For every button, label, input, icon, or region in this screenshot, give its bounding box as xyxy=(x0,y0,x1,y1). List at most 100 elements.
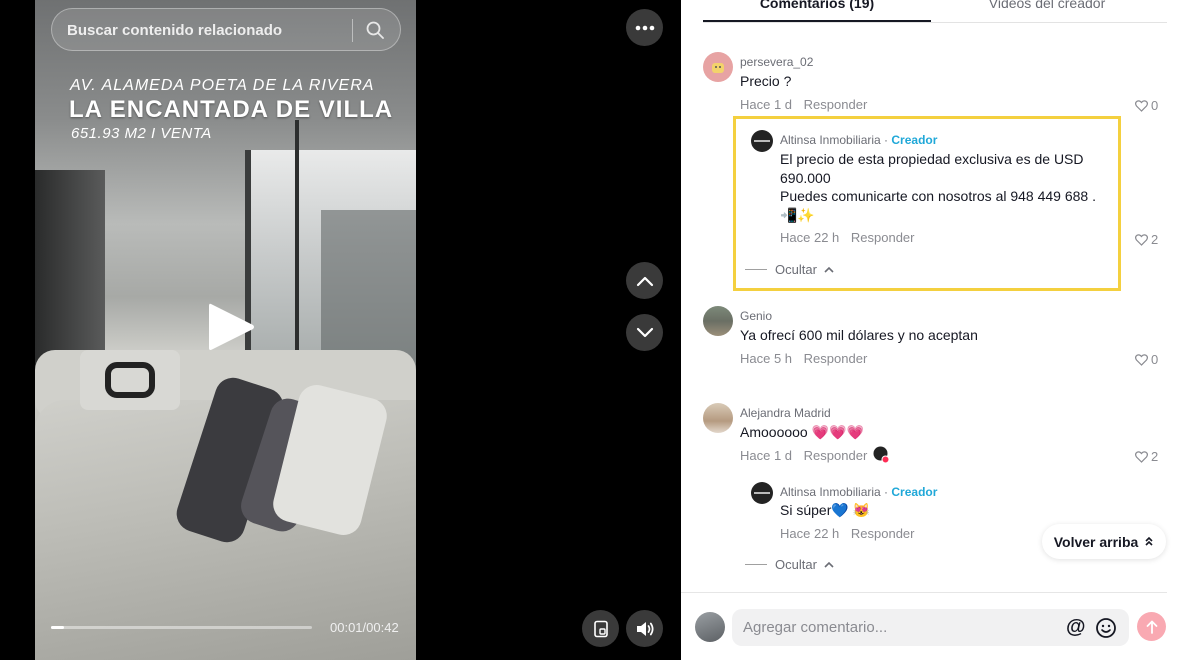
chevron-up-icon xyxy=(636,276,653,286)
comment-meta: Hace 22 h Responder xyxy=(780,526,923,541)
comment-username[interactable]: Alejandra Madrid xyxy=(740,406,831,420)
chevron-up-icon xyxy=(824,561,834,568)
reply-button[interactable]: Responder xyxy=(804,97,868,112)
send-comment-button[interactable] xyxy=(1137,612,1166,641)
comment-meta: Hace 1 d Responder xyxy=(740,448,875,463)
heart-icon xyxy=(1135,450,1148,463)
comment-text-line: 📲✨ xyxy=(780,206,815,223)
creator-logo-icon xyxy=(754,140,770,142)
reply-button[interactable]: Responder xyxy=(804,351,868,366)
avatar[interactable] xyxy=(703,52,733,82)
more-options-button[interactable] xyxy=(626,9,663,46)
comment-text-line: 690.000 xyxy=(780,169,831,186)
hide-replies-button[interactable]: Ocultar xyxy=(745,557,836,572)
search-placeholder: Buscar contenido relacionado xyxy=(67,22,283,39)
comment-text-line: El precio de esta propiedad exclusiva es… xyxy=(780,151,1084,167)
username-separator: · xyxy=(880,485,892,499)
like-button[interactable]: 2 xyxy=(1135,232,1158,247)
username-separator: · xyxy=(880,133,892,147)
avatar[interactable] xyxy=(703,306,733,336)
arrow-up-icon xyxy=(1146,620,1157,634)
comments-tabs: Comentarios (19) Videos del creador xyxy=(703,0,1167,23)
creator-badge: Creador xyxy=(891,485,938,499)
comment-text: Si súper💙 😻 xyxy=(780,502,871,518)
like-count: 0 xyxy=(1151,98,1159,113)
related-search-input[interactable]: Buscar contenido relacionado xyxy=(51,8,401,51)
creator-liked-icon xyxy=(873,446,890,464)
reply-button[interactable]: Responder xyxy=(851,526,915,541)
video-overlay-address: AV. ALAMEDA POETA DE LA RIVERA xyxy=(70,77,375,94)
reply-username: Altinsa Inmobiliaria xyxy=(780,133,881,147)
chevron-down-icon xyxy=(636,327,653,337)
volume-icon xyxy=(636,621,653,636)
comment-text: El precio de esta propiedad exclusiva es… xyxy=(780,150,1115,224)
reply-username: Altinsa Inmobiliaria xyxy=(780,485,881,499)
heart-icon xyxy=(1135,99,1148,112)
chevron-up-icon xyxy=(824,266,834,273)
emoji-icon[interactable] xyxy=(1095,617,1117,639)
like-button[interactable]: 0 xyxy=(1135,98,1158,113)
comment-username[interactable]: persevera_02 xyxy=(740,55,813,69)
tab-comments[interactable]: Comentarios (19) xyxy=(703,0,931,11)
hide-replies-button[interactable]: Ocultar xyxy=(745,262,836,277)
volume-button[interactable] xyxy=(626,610,663,647)
comment-time: Hace 5 h xyxy=(740,351,793,366)
comment-meta: Hace 1 d Responder xyxy=(740,97,875,112)
next-video-button[interactable] xyxy=(626,314,663,351)
comment-username[interactable]: Genio xyxy=(740,309,772,323)
comment-composer: Agregar comentario... @ xyxy=(681,592,1167,660)
comment-time: Hace 1 d xyxy=(740,448,793,463)
hide-replies-label: Ocultar xyxy=(775,262,817,277)
comment-time: Hace 1 d xyxy=(740,97,793,112)
avatar[interactable] xyxy=(703,403,733,433)
avatar[interactable] xyxy=(751,482,773,504)
avatar[interactable] xyxy=(695,612,725,642)
hide-replies-label: Ocultar xyxy=(775,557,817,572)
comment-text: Amoooooo 💗💗💗 xyxy=(740,424,864,440)
video-time: 00:01/00:42 xyxy=(330,620,399,635)
mention-icon[interactable]: @ xyxy=(1066,616,1086,639)
like-count: 0 xyxy=(1151,352,1159,367)
video-overlay-subtitle: 651.93 M2 I VENTA xyxy=(71,125,212,142)
comment-text: Ya ofrecí 600 mil dólares y no aceptan xyxy=(740,327,978,343)
creator-logo-icon xyxy=(754,492,770,494)
like-button[interactable]: 2 xyxy=(1135,449,1158,464)
active-tab-indicator xyxy=(703,20,931,22)
like-button[interactable]: 0 xyxy=(1135,352,1158,367)
more-icon xyxy=(635,25,654,30)
heart-icon xyxy=(1135,233,1148,246)
comment-text-line: Puedes comunicarte con nosotros al 948 4… xyxy=(780,188,1096,204)
video-progress-bar[interactable] xyxy=(51,626,312,629)
comment-username[interactable]: Altinsa Inmobiliaria · Creador xyxy=(780,485,937,499)
tab-creator-videos[interactable]: Videos del creador xyxy=(933,0,1161,11)
divider xyxy=(745,269,767,270)
search-divider xyxy=(352,19,353,42)
back-to-top-button[interactable]: Volver arriba xyxy=(1042,524,1166,559)
reply-button[interactable]: Responder xyxy=(804,448,868,463)
video-stage: Buscar contenido relacionado AV. ALAMEDA… xyxy=(0,0,681,660)
double-chevron-up-icon xyxy=(1145,536,1153,546)
video-progress-fill xyxy=(51,626,64,629)
miniplayer-button[interactable] xyxy=(582,610,619,647)
previous-video-button[interactable] xyxy=(626,262,663,299)
heart-icon xyxy=(1135,353,1148,366)
comment-meta: Hace 22 h Responder xyxy=(780,230,923,245)
like-count: 2 xyxy=(1151,232,1159,247)
avatar[interactable] xyxy=(751,130,773,152)
like-count: 2 xyxy=(1151,449,1159,464)
comment-meta: Hace 5 h Responder xyxy=(740,351,875,366)
comment-username[interactable]: Altinsa Inmobiliaria · Creador xyxy=(780,133,937,147)
comment-time: Hace 22 h xyxy=(780,230,840,245)
comment-input-placeholder: Agregar comentario... xyxy=(743,619,888,636)
divider xyxy=(745,564,767,565)
video-scene-pillow xyxy=(80,350,180,410)
video-overlay-title: LA ENCANTADA DE VILLA xyxy=(69,96,394,123)
back-to-top-label: Volver arriba xyxy=(1053,533,1139,550)
reply-button[interactable]: Responder xyxy=(851,230,915,245)
miniplayer-icon xyxy=(593,620,608,637)
play-icon[interactable] xyxy=(205,300,257,354)
creator-badge: Creador xyxy=(891,133,938,147)
search-icon[interactable] xyxy=(365,20,385,40)
comment-input[interactable]: Agregar comentario... @ xyxy=(732,609,1129,646)
comment-time: Hace 22 h xyxy=(780,526,840,541)
